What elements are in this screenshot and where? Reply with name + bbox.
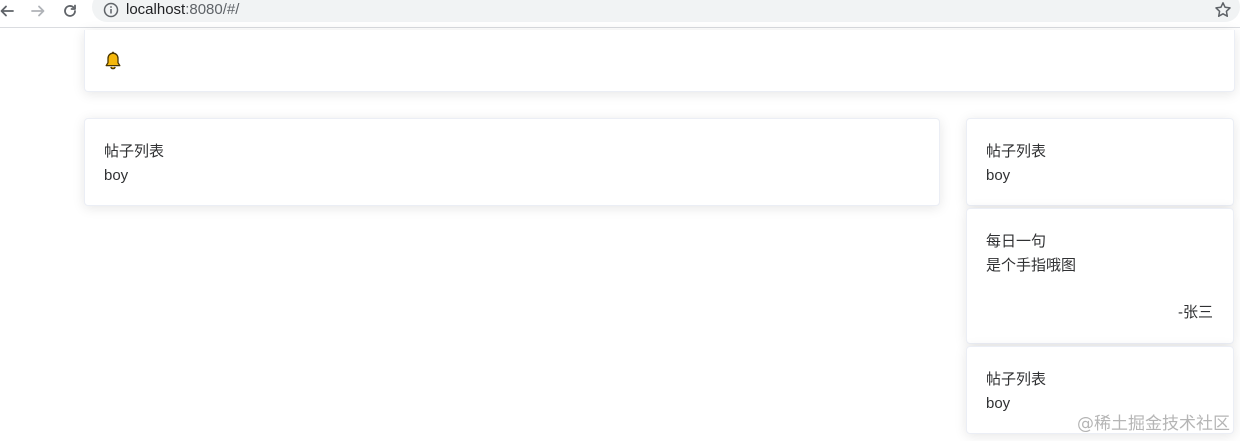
reload-button[interactable] bbox=[59, 0, 81, 22]
post-list-card: 帖子列表 boy bbox=[84, 118, 940, 206]
url-path: :8080/#/ bbox=[185, 1, 240, 18]
star-icon[interactable] bbox=[1214, 1, 1232, 19]
address-bar[interactable] bbox=[92, 0, 1240, 22]
bell-icon[interactable] bbox=[104, 51, 122, 71]
reload-icon bbox=[64, 4, 76, 17]
quote-text: 是个手指哦图 bbox=[986, 257, 1077, 274]
sidebar-post-list-card: 帖子列表 boy bbox=[966, 118, 1234, 206]
card-title: 帖子列表 bbox=[104, 143, 165, 160]
forward-button[interactable] bbox=[27, 0, 49, 22]
card-title: 帖子列表 bbox=[986, 143, 1047, 160]
quote-author: -张三 bbox=[1178, 304, 1213, 321]
arrow-right-icon bbox=[31, 5, 45, 17]
card-body: boy bbox=[986, 167, 1011, 184]
card-title: 帖子列表 bbox=[986, 371, 1047, 388]
card-body: boy bbox=[104, 167, 129, 184]
url-host: localhost bbox=[126, 1, 186, 18]
card-body: boy bbox=[986, 395, 1011, 412]
arrow-left-icon bbox=[0, 5, 14, 17]
daily-quote-card: 每日一句 是个手指哦图 -张三 bbox=[966, 208, 1234, 344]
url-text[interactable]: localhost:8080/#/ bbox=[126, 1, 239, 19]
info-icon[interactable] bbox=[103, 2, 119, 18]
back-button[interactable] bbox=[0, 0, 18, 22]
browser-toolbar: localhost:8080/#/ bbox=[0, 0, 1240, 28]
quote-title: 每日一句 bbox=[986, 233, 1047, 250]
header-card bbox=[84, 30, 1235, 92]
watermark: @稀土掘金技术社区 bbox=[1077, 414, 1230, 434]
